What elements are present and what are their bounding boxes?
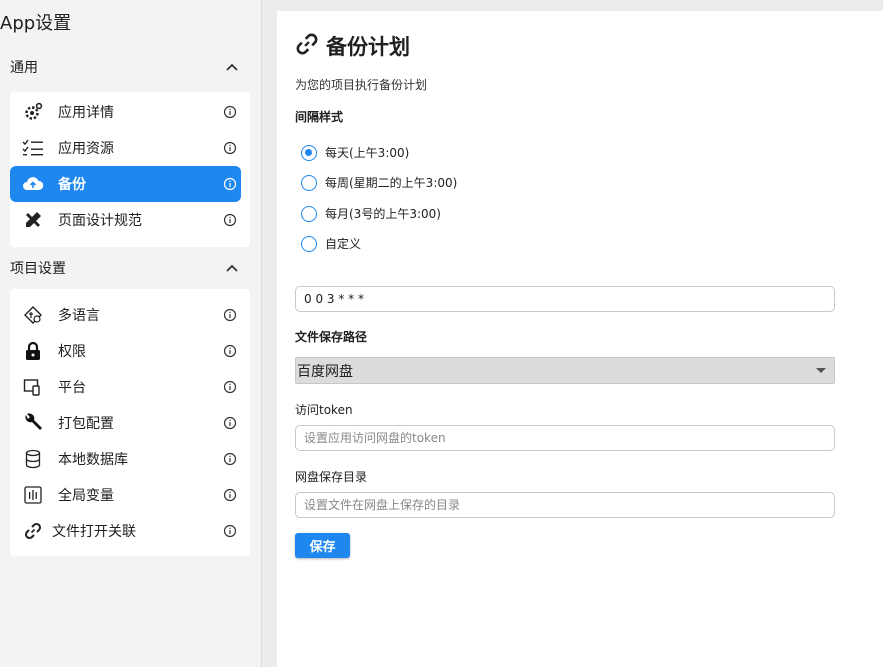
path-label: 文件保存路径: [295, 330, 368, 344]
sidebar-item-label: 打包配置: [58, 416, 114, 432]
cloud-upload-icon: [22, 173, 44, 195]
cron-input[interactable]: [295, 286, 835, 312]
sidebar-item-app-resources[interactable]: 应用资源: [10, 130, 241, 166]
sidebar-item-design-spec[interactable]: 页面设计规范: [10, 202, 241, 238]
sidebar-item-global-vars[interactable]: 全局变量: [10, 477, 241, 513]
interval-label: 间隔样式: [295, 110, 344, 124]
dir-input[interactable]: [295, 492, 835, 518]
sidebar-item-backup[interactable]: 备份: [10, 166, 241, 202]
page-description: 为您的项目执行备份计划: [295, 78, 428, 92]
group-title-project: 项目设置: [10, 261, 66, 277]
sidebar-item-platform[interactable]: 平台: [10, 369, 241, 405]
sidebar-item-permissions[interactable]: 权限: [10, 333, 241, 369]
link-icon: [294, 31, 320, 61]
info-icon[interactable]: [223, 488, 237, 502]
radio-label: 每月(3号的上午3:00): [325, 207, 441, 221]
radio-daily[interactable]: 每天(上午3:00): [301, 144, 409, 161]
group-header-general[interactable]: 通用: [10, 55, 240, 79]
sidebar-item-label: 应用详情: [58, 105, 114, 121]
group-header-project[interactable]: 项目设置: [10, 256, 240, 280]
sidebar-item-file-assoc[interactable]: 文件打开关联: [10, 513, 241, 549]
sidebar-item-label: 应用资源: [58, 141, 114, 157]
project-card: 多语言 权限 平台 打包配置 本地数据库 全局变量 文件打开关联: [10, 289, 250, 556]
page-title: 备份计划: [294, 31, 410, 61]
wrench-icon: [22, 412, 44, 434]
sidebar-item-local-db[interactable]: 本地数据库: [10, 441, 241, 477]
dir-label: 网盘保存目录: [295, 470, 368, 484]
sidebar-item-app-details[interactable]: 应用详情: [10, 94, 241, 130]
storage-path-select[interactable]: 百度网盘: [295, 357, 835, 384]
radio-label: 每天(上午3:00): [325, 146, 410, 160]
sidebar-item-label: 平台: [58, 380, 86, 396]
info-icon[interactable]: [223, 177, 237, 191]
radio-custom[interactable]: 自定义: [301, 235, 361, 252]
radio-label: 自定义: [325, 237, 362, 251]
radio-button[interactable]: [301, 205, 317, 222]
info-icon[interactable]: [223, 380, 237, 394]
devices-icon: [22, 376, 44, 398]
database-icon: [22, 448, 44, 470]
radio-label: 每周(星期二的上午3:00): [325, 176, 458, 190]
info-icon[interactable]: [223, 452, 237, 466]
backup-plan-panel: 备份计划 为您的项目执行备份计划 间隔样式 每天(上午3:00) 每周(星期二的…: [277, 11, 883, 667]
general-card: 应用详情 应用资源 备份 页面设计规范: [10, 92, 250, 247]
sidebar-item-build-config[interactable]: 打包配置: [10, 405, 241, 441]
chevron-up-icon[interactable]: [224, 260, 240, 276]
ruler-pencil-icon: [22, 209, 44, 231]
variable-icon: [22, 484, 44, 506]
sidebar-item-label: 文件打开关联: [52, 524, 136, 540]
dropdown-arrow-icon: [816, 368, 826, 373]
lock-icon: [22, 340, 44, 362]
sidebar-item-label: 多语言: [58, 308, 100, 324]
info-icon[interactable]: [223, 344, 237, 358]
sidebar: App设置 通用 应用详情 应用资源 备份 页面设计规范 项目设置 多语言 权限…: [0, 0, 262, 667]
info-icon[interactable]: [223, 308, 237, 322]
info-icon[interactable]: [223, 213, 237, 227]
link-icon: [22, 520, 44, 542]
translate-icon: [22, 304, 44, 326]
radio-button[interactable]: [301, 174, 317, 191]
sidebar-item-i18n[interactable]: 多语言: [10, 297, 241, 333]
token-input[interactable]: [295, 425, 835, 451]
radio-weekly[interactable]: 每周(星期二的上午3:00): [301, 174, 457, 191]
select-value: 百度网盘: [297, 363, 353, 380]
save-button[interactable]: 保存: [295, 533, 350, 558]
info-icon[interactable]: [223, 105, 237, 119]
sidebar-item-label: 全局变量: [58, 488, 114, 504]
group-title-general: 通用: [10, 60, 38, 76]
chevron-up-icon[interactable]: [224, 59, 240, 75]
info-icon[interactable]: [223, 141, 237, 155]
sidebar-item-label: 本地数据库: [58, 452, 128, 468]
gear-cog-icon: [22, 101, 44, 123]
sidebar-item-label: 备份: [58, 177, 86, 193]
radio-monthly[interactable]: 每月(3号的上午3:00): [301, 205, 441, 222]
radio-button[interactable]: [301, 144, 317, 161]
page-title-text: 备份计划: [326, 35, 410, 59]
info-icon[interactable]: [223, 416, 237, 430]
sidebar-item-label: 页面设计规范: [58, 213, 142, 229]
radio-button[interactable]: [301, 235, 317, 252]
checklist-icon: [22, 137, 44, 159]
app-title: App设置: [0, 13, 72, 34]
token-label: 访问token: [295, 403, 353, 417]
sidebar-item-label: 权限: [58, 344, 86, 360]
info-icon[interactable]: [223, 524, 237, 538]
